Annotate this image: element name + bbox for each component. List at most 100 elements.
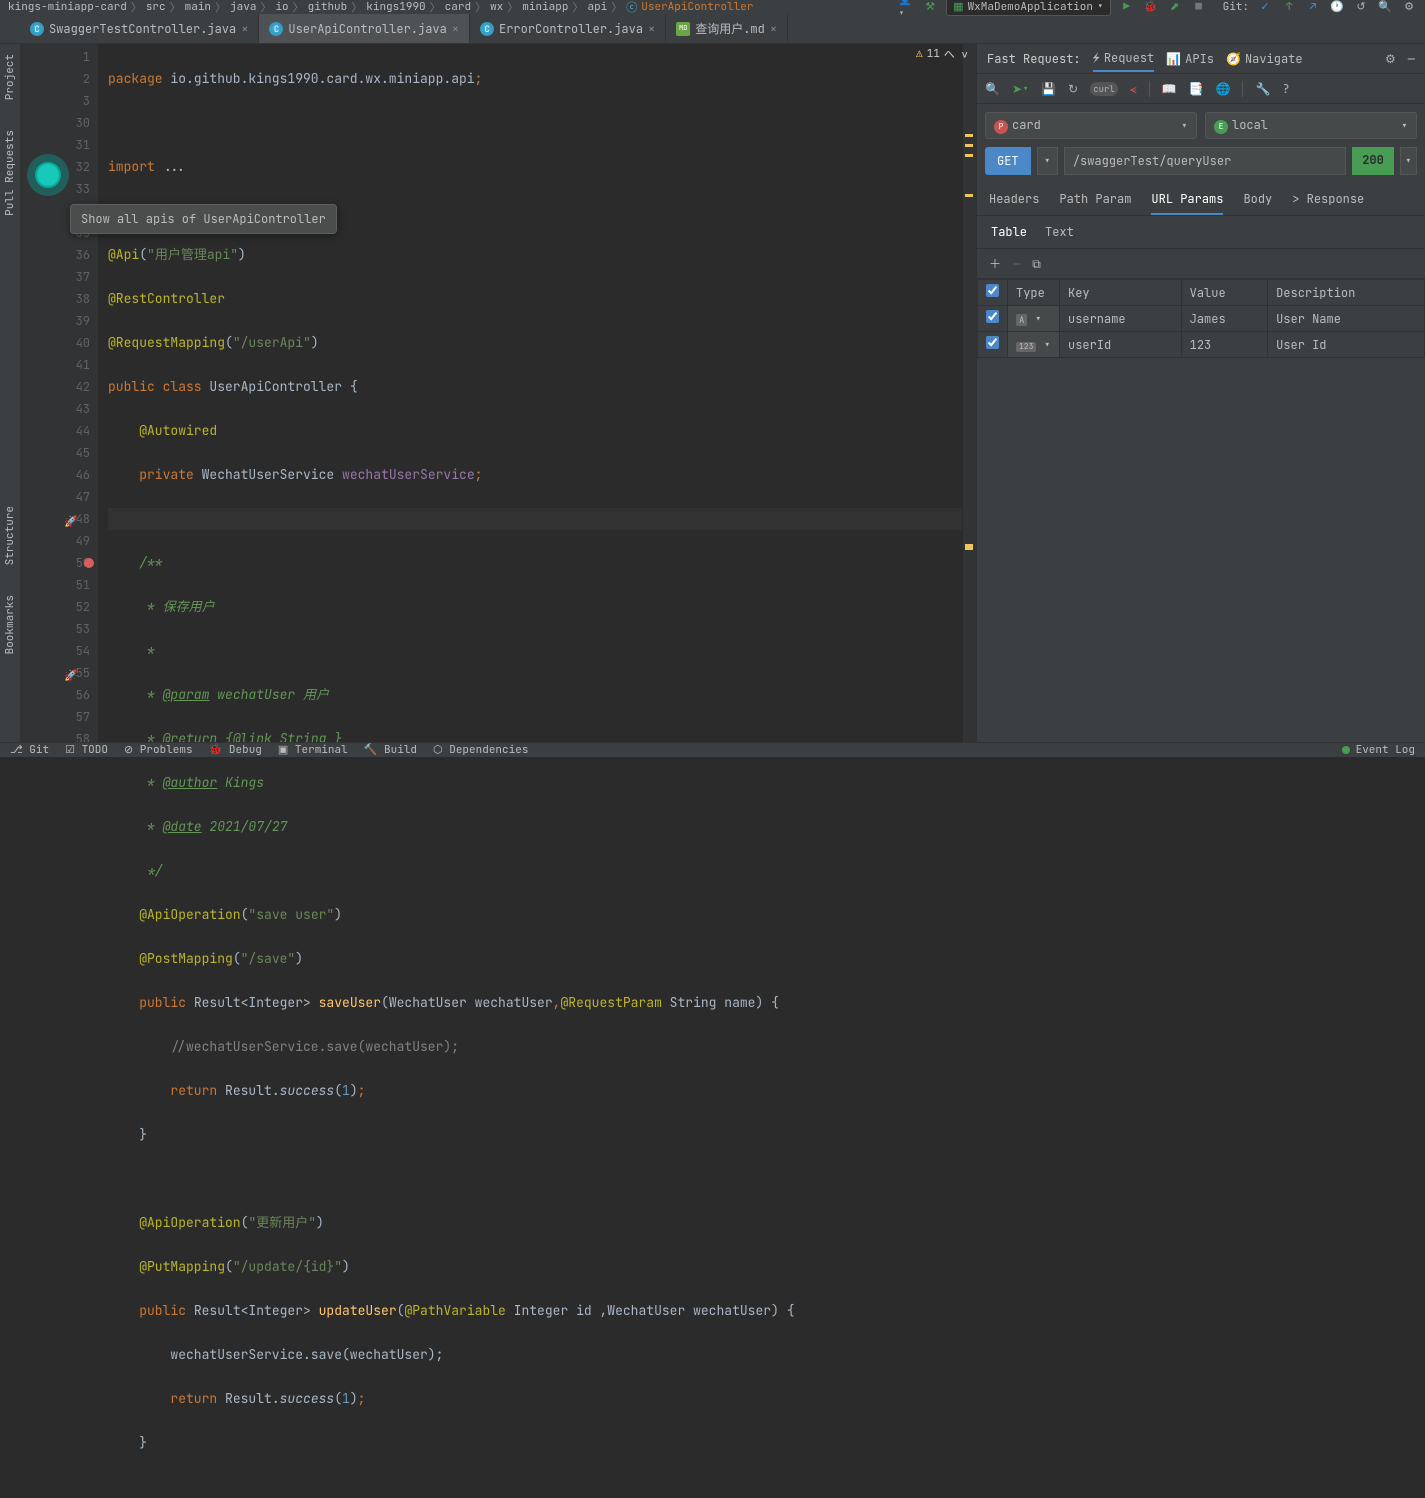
type-cell[interactable]: 123 ▾	[1008, 332, 1060, 358]
crumb[interactable]: miniapp	[522, 0, 568, 14]
refresh-icon[interactable]: ↻	[1068, 81, 1078, 97]
subtab-text[interactable]: Text	[1045, 224, 1074, 240]
tab-apis[interactable]: 📊APIs	[1166, 51, 1214, 67]
help-icon[interactable]: ?	[1282, 81, 1289, 97]
search-icon[interactable]: 🔍	[1377, 0, 1393, 15]
subtab-table[interactable]: Table	[991, 224, 1027, 240]
git-update-icon[interactable]: ✓	[1257, 0, 1273, 15]
marker-bar[interactable]	[962, 44, 976, 742]
tool-pullreq[interactable]: Pull Requests	[3, 130, 17, 216]
inspection-badge[interactable]: ⚠11ヘ ∨	[916, 46, 968, 62]
debug-icon[interactable]: 🐞	[1143, 0, 1159, 15]
tab-markdown[interactable]: MD查询用户.md×	[666, 14, 788, 43]
globe-icon[interactable]: 🌐	[1216, 81, 1231, 97]
top-toolbar: 👤▾ ⚒ ▦WxMaDemoApplication▾ ▶ 🐞 ⬈ ■ Git: …	[898, 0, 1417, 16]
star-icon[interactable]: 📑	[1189, 81, 1204, 97]
tab-headers[interactable]: Headers	[989, 191, 1039, 207]
tab-navigate[interactable]: 🧭Navigate	[1226, 51, 1303, 67]
tab-request[interactable]: ⚡Request	[1093, 50, 1155, 72]
git-history-icon[interactable]: 🕐	[1329, 0, 1345, 15]
request-tabs: Headers Path Param URL Params Body > Res…	[977, 183, 1425, 216]
crumb[interactable]: kings-miniapp-card	[8, 0, 127, 14]
breakpoint-icon[interactable]	[84, 558, 94, 568]
type-cell[interactable]: A ▾	[1008, 306, 1060, 332]
tab-swagger[interactable]: CSwaggerTestController.java×	[20, 14, 259, 43]
tab-response[interactable]: > Response	[1292, 191, 1364, 207]
tab-error[interactable]: CErrorController.java×	[470, 14, 666, 43]
stop-icon[interactable]: ■	[1191, 0, 1207, 15]
tool-bookmarks[interactable]: Bookmarks	[3, 595, 17, 654]
tool-problems[interactable]: ⊘ Problems	[124, 743, 193, 757]
method-dropdown[interactable]: ▾	[1037, 147, 1058, 175]
url-input[interactable]: /swaggerTest/queryUser	[1064, 147, 1346, 175]
crumb-active[interactable]: UserApiController	[641, 0, 753, 14]
send-icon[interactable]: ➤▾	[1012, 81, 1029, 97]
close-icon[interactable]: ×	[452, 21, 459, 37]
env-select[interactable]: Elocal▾	[1205, 112, 1417, 139]
book-icon[interactable]: 📖	[1162, 81, 1177, 97]
search-icon[interactable]: 🔍	[985, 81, 1000, 97]
run-icon[interactable]: ▶	[1119, 0, 1135, 15]
tool-terminal[interactable]: ▣ Terminal	[278, 743, 348, 757]
close-icon[interactable]: ×	[648, 21, 655, 37]
editor[interactable]: 1 2 3 30 31 32 33 34 35 36 37 38 39 40 4…	[20, 44, 976, 742]
tool-git[interactable]: ⎇ Git	[10, 743, 49, 757]
crumb[interactable]: main	[185, 0, 211, 14]
http-method[interactable]: GET	[985, 147, 1031, 175]
event-log[interactable]: Event Log	[1342, 743, 1415, 757]
editor-tabs: CSwaggerTestController.java× CUserApiCon…	[0, 14, 1425, 44]
hammer-icon[interactable]: ⚒	[922, 0, 938, 15]
wrench-icon[interactable]: 🔧	[1255, 81, 1270, 97]
git-rollback-icon[interactable]: ↺	[1353, 0, 1369, 15]
share-icon[interactable]: ⪪	[1130, 81, 1137, 97]
tool-debug[interactable]: 🐞 Debug	[209, 743, 262, 757]
status-dropdown[interactable]: ▾	[1400, 147, 1417, 175]
coverage-icon[interactable]: ⬈	[1167, 0, 1183, 15]
tool-project[interactable]: Project	[3, 54, 17, 100]
git-push-icon[interactable]: ↗	[1305, 0, 1321, 15]
code-area[interactable]: package io.github.kings1990.card.wx.mini…	[98, 44, 962, 742]
settings-icon[interactable]: ⚙	[1401, 0, 1417, 15]
crumb[interactable]: wx	[490, 0, 503, 14]
params-table: Type Key Value Description A ▾ username …	[977, 279, 1425, 358]
table-row[interactable]: A ▾ username James User Name	[978, 306, 1425, 332]
tab-userapi[interactable]: CUserApiController.java×	[259, 14, 470, 43]
check-all[interactable]	[986, 284, 999, 297]
status-bar: ⎇ Git ☑ TODO ⊘ Problems 🐞 Debug ▣ Termin…	[0, 742, 1425, 757]
tool-todo[interactable]: ☑ TODO	[65, 743, 108, 757]
copy-icon[interactable]: ⧉	[1032, 256, 1041, 272]
curl-icon[interactable]: curl	[1090, 82, 1118, 96]
table-row[interactable]: 123 ▾ userId 123 User Id	[978, 332, 1425, 358]
remove-row-icon[interactable]: —	[1013, 256, 1020, 272]
save-icon[interactable]: 💾	[1041, 81, 1056, 97]
crumb[interactable]: kings1990	[366, 0, 425, 14]
git-commit-icon[interactable]: ↑	[1281, 0, 1297, 15]
crumb[interactable]: java	[230, 0, 256, 14]
crumb[interactable]: io	[275, 0, 288, 14]
crumb[interactable]: api	[587, 0, 607, 14]
tab-pathparam[interactable]: Path Param	[1059, 191, 1131, 207]
user-icon[interactable]: 👤▾	[898, 0, 914, 15]
crumb[interactable]: card	[445, 0, 471, 14]
tooltip: Show all apis of UserApiController	[70, 204, 337, 234]
row-check[interactable]	[986, 310, 999, 323]
compass-icon: 🧭	[1226, 51, 1241, 67]
add-row-icon[interactable]: ＋	[989, 255, 1001, 272]
close-icon[interactable]: ×	[770, 21, 777, 37]
chart-icon: 📊	[1166, 51, 1181, 67]
tool-deps[interactable]: ⬡ Dependencies	[433, 743, 528, 757]
row-check[interactable]	[986, 336, 999, 349]
tool-structure[interactable]: Structure	[3, 506, 17, 565]
project-select[interactable]: Pcard▾	[985, 112, 1197, 139]
tool-build[interactable]: 🔨 Build	[364, 743, 417, 757]
line-gutter[interactable]: 1 2 3 30 31 32 33 34 35 36 37 38 39 40 4…	[20, 44, 98, 742]
tab-urlparams[interactable]: URL Params	[1151, 191, 1223, 215]
run-config-selector[interactable]: ▦WxMaDemoApplication▾	[946, 0, 1110, 16]
tab-body[interactable]: Body	[1243, 191, 1272, 207]
minimize-icon[interactable]: —	[1408, 51, 1415, 67]
crumb[interactable]: src	[146, 0, 166, 14]
close-icon[interactable]: ×	[241, 21, 248, 37]
breadcrumb[interactable]: kings-miniapp-card〉 src〉 main〉 java〉 io〉…	[8, 0, 898, 15]
crumb[interactable]: github	[308, 0, 348, 14]
gear-icon[interactable]: ⚙	[1385, 51, 1396, 67]
